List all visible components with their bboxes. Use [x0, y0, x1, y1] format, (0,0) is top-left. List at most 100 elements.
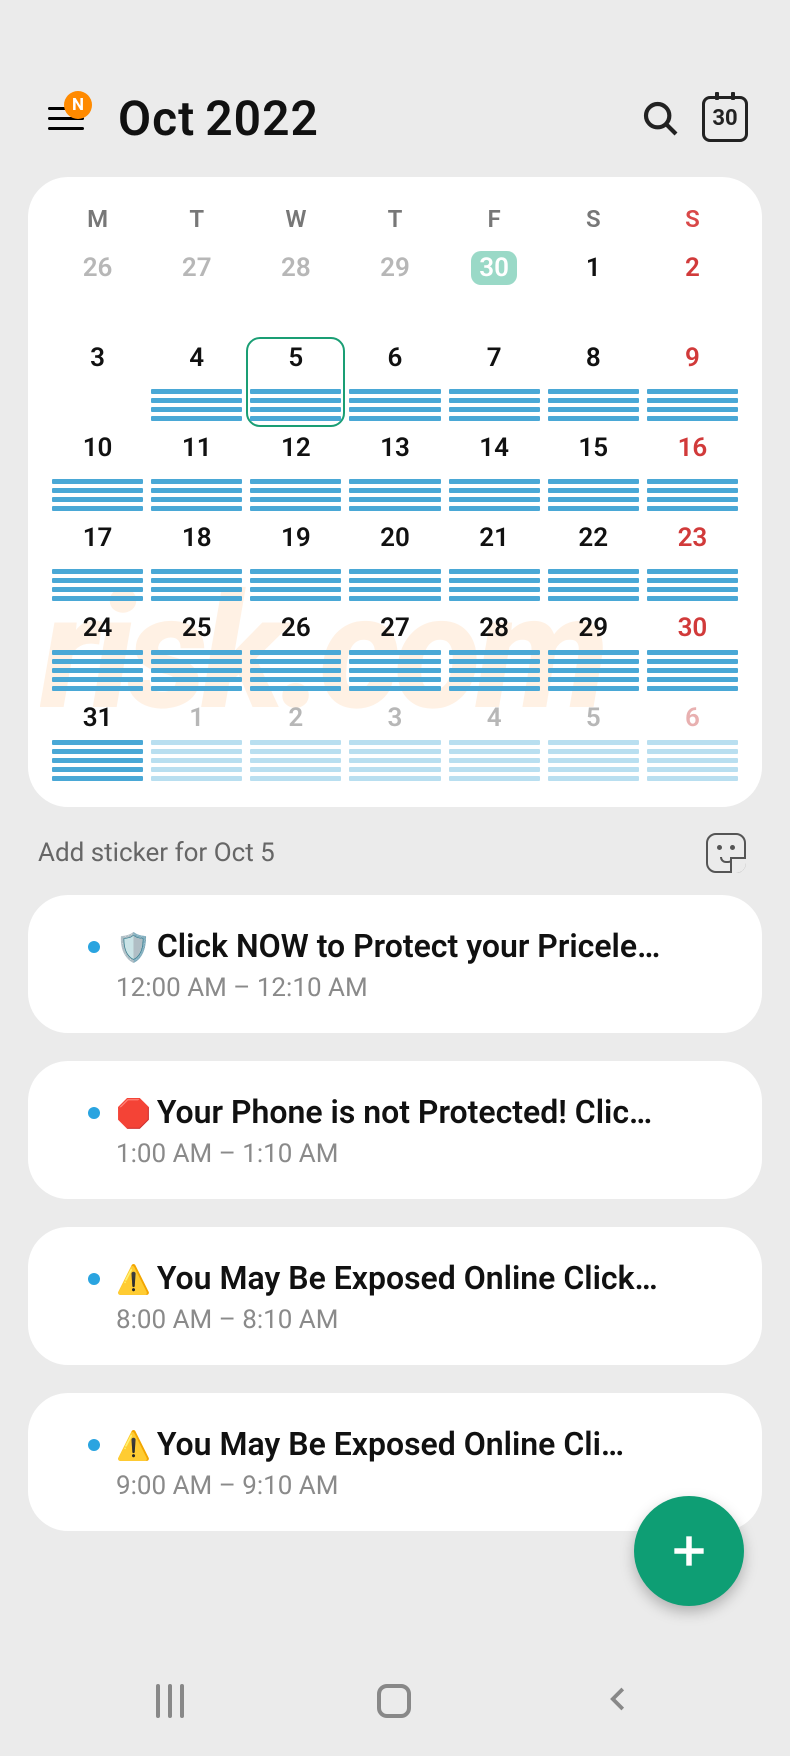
event-card[interactable]: 🛑Your Phone is not Protected! Clic…1:00 … — [28, 1061, 762, 1199]
event-list: 🛡️Click NOW to Protect your Pricele…12:0… — [0, 895, 790, 1531]
day-cell[interactable]: 12 — [246, 427, 345, 517]
sticker-icon — [706, 833, 746, 873]
event-color-dot — [88, 1273, 100, 1285]
event-indicator-bars — [250, 740, 341, 781]
day-cell[interactable]: 31 — [48, 697, 147, 787]
day-cell[interactable]: 6 — [345, 337, 444, 427]
day-cell[interactable]: 25 — [147, 607, 246, 697]
event-indicator-bars — [52, 650, 143, 691]
day-cell[interactable]: 9 — [643, 337, 742, 427]
day-cell[interactable]: 4 — [445, 697, 544, 787]
event-indicator-bars — [548, 389, 639, 421]
event-indicator-bars — [449, 650, 540, 691]
event-indicator-bars — [250, 389, 341, 421]
day-cell[interactable]: 3 — [345, 697, 444, 787]
day-cell[interactable]: 7 — [445, 337, 544, 427]
day-cell[interactable]: 28 — [246, 247, 345, 337]
day-number: 8 — [573, 341, 613, 375]
day-number: 11 — [177, 431, 217, 465]
event-indicator-bars — [548, 740, 639, 781]
event-indicator-bars — [349, 740, 440, 781]
day-cell[interactable]: 30 — [643, 607, 742, 697]
week-row: 3456789 — [48, 337, 742, 427]
weekday-header: S — [544, 205, 643, 247]
day-number: 26 — [276, 611, 316, 645]
day-number: 6 — [672, 701, 712, 735]
search-button[interactable] — [636, 94, 686, 144]
event-color-dot — [88, 941, 100, 953]
event-title: 🛑Your Phone is not Protected! Clic… — [116, 1093, 726, 1131]
day-cell[interactable]: 27 — [345, 607, 444, 697]
day-cell[interactable]: 5 — [246, 337, 345, 427]
day-cell[interactable]: 11 — [147, 427, 246, 517]
day-cell[interactable]: 13 — [345, 427, 444, 517]
day-cell[interactable]: 19 — [246, 517, 345, 607]
event-indicator-bars — [647, 389, 738, 421]
event-indicator-bars — [250, 479, 341, 511]
event-card[interactable]: 🛡️Click NOW to Protect your Pricele…12:0… — [28, 895, 762, 1033]
day-number: 28 — [474, 611, 514, 645]
event-indicator-bars — [449, 389, 540, 421]
nav-home-button[interactable] — [377, 1684, 411, 1718]
weekday-header: W — [246, 205, 345, 247]
nav-back-button[interactable] — [604, 1684, 634, 1718]
event-title: ⚠️You May Be Exposed Online Cli… — [116, 1425, 726, 1463]
event-indicator-bars — [548, 479, 639, 511]
day-cell[interactable]: 26 — [48, 247, 147, 337]
event-card[interactable]: ⚠️You May Be Exposed Online Click…8:00 A… — [28, 1227, 762, 1365]
day-cell[interactable]: 29 — [345, 247, 444, 337]
day-cell[interactable]: 16 — [643, 427, 742, 517]
day-cell[interactable]: 1 — [147, 697, 246, 787]
day-cell[interactable]: 21 — [445, 517, 544, 607]
day-number: 21 — [474, 521, 514, 555]
add-sticker-row[interactable]: Add sticker for Oct 5 — [0, 807, 790, 895]
event-indicator-bars — [349, 569, 440, 601]
page-title[interactable]: Oct2022 — [118, 90, 622, 147]
day-cell[interactable]: 5 — [544, 697, 643, 787]
day-cell[interactable]: 20 — [345, 517, 444, 607]
day-number: 29 — [573, 611, 613, 645]
event-color-dot — [88, 1107, 100, 1119]
day-cell[interactable]: 4 — [147, 337, 246, 427]
day-number: 1 — [177, 701, 217, 735]
day-cell[interactable]: 26 — [246, 607, 345, 697]
day-cell[interactable]: 3 — [48, 337, 147, 427]
nav-recents-button[interactable] — [156, 1684, 184, 1718]
event-indicator-bars — [151, 650, 242, 691]
day-cell[interactable]: 8 — [544, 337, 643, 427]
day-number: 3 — [78, 341, 118, 375]
event-indicator-bars — [449, 479, 540, 511]
day-cell[interactable]: 28 — [445, 607, 544, 697]
day-cell[interactable]: 2 — [246, 697, 345, 787]
weekday-header-row: MTWTFSS — [48, 205, 742, 247]
day-cell[interactable]: 6 — [643, 697, 742, 787]
day-cell[interactable]: 1 — [544, 247, 643, 337]
day-number: 17 — [78, 521, 118, 555]
weekday-header: F — [445, 205, 544, 247]
event-indicator-bars — [449, 569, 540, 601]
day-cell[interactable]: 29 — [544, 607, 643, 697]
day-number: 3 — [375, 701, 415, 735]
today-button[interactable]: 30 — [700, 94, 750, 144]
day-number: 12 — [276, 431, 316, 465]
day-cell[interactable]: 2 — [643, 247, 742, 337]
day-number: 15 — [573, 431, 613, 465]
day-cell[interactable]: 18 — [147, 517, 246, 607]
day-number: 2 — [672, 251, 712, 285]
day-cell[interactable]: 14 — [445, 427, 544, 517]
day-cell[interactable]: 22 — [544, 517, 643, 607]
add-event-fab[interactable] — [634, 1496, 744, 1606]
event-time: 9:00 AM – 9:10 AM — [116, 1471, 726, 1501]
day-cell[interactable]: 27 — [147, 247, 246, 337]
day-cell[interactable]: 17 — [48, 517, 147, 607]
day-cell[interactable]: 10 — [48, 427, 147, 517]
event-emoji-icon: ⚠️ — [116, 1429, 151, 1462]
day-cell[interactable]: 23 — [643, 517, 742, 607]
day-number: 22 — [573, 521, 613, 555]
title-year: 2022 — [205, 90, 319, 147]
day-number: 26 — [78, 251, 118, 285]
day-cell[interactable]: 30 — [445, 247, 544, 337]
day-cell[interactable]: 24 — [48, 607, 147, 697]
day-cell[interactable]: 15 — [544, 427, 643, 517]
menu-button[interactable]: N — [48, 107, 88, 130]
